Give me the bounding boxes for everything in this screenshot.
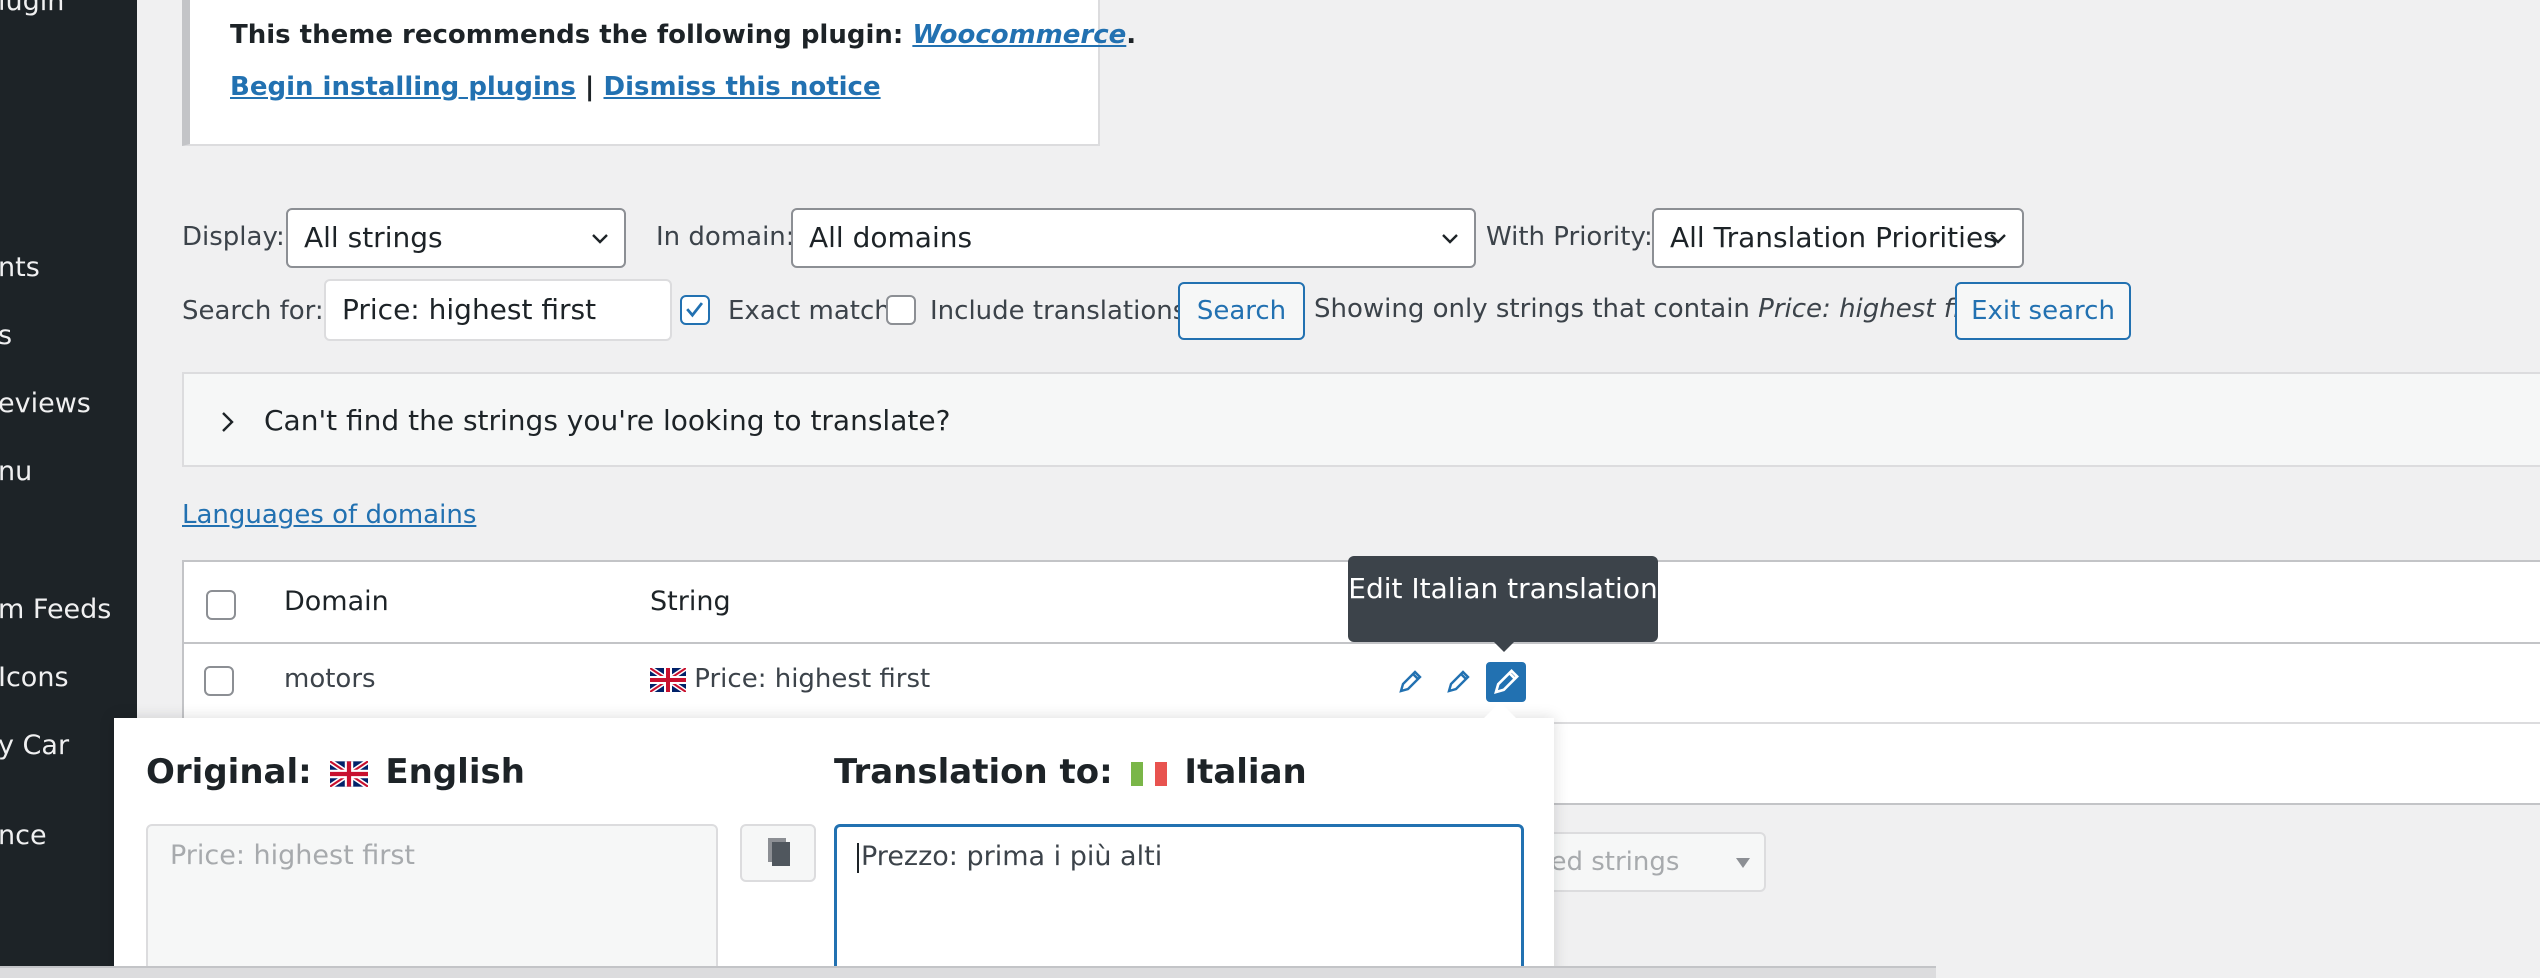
exact-match-label: Exact match [728,296,891,326]
sidebar-item-menu[interactable]: nu [0,456,32,487]
sidebar-item-label: nts [0,252,40,283]
dismiss-notice-link[interactable]: Dismiss this notice [603,72,880,102]
search-status-text: Showing only strings that contain Price:… [1314,294,1995,324]
sidebar-item-label: y Car [0,730,70,761]
include-translations-label: Include translations [930,296,1187,326]
checkmark-icon [686,302,704,318]
sidebar-item-label: Icons [0,662,69,693]
cant-find-text: Can't find the strings you're looking to… [264,404,951,437]
edit-italian-pencil-icon[interactable] [1486,662,1526,702]
domain-select-value: All domains [809,221,973,254]
display-select[interactable]: All strings [286,208,626,268]
original-language: English [385,752,525,792]
search-button[interactable]: Search [1178,282,1305,340]
copy-icon [768,838,790,866]
notice-prefix: This theme recommends the following plug… [230,20,913,50]
row-domain: motors [284,664,376,694]
sidebar-item-s[interactable]: s [0,320,12,351]
exit-search-button[interactable]: Exit search [1955,282,2131,340]
display-select-value: All strings [304,221,443,254]
sidebar-item-label: lugin [0,0,65,17]
plugin-notice: This theme recommends the following plug… [182,0,1136,146]
notice-text: This theme recommends the following plug… [230,20,1136,50]
search-input[interactable]: Price: highest first [324,279,672,341]
chevron-down-icon [592,234,608,244]
original-heading: Original: English [146,752,525,792]
original-text: Price: highest first [170,840,416,871]
sidebar-item-label: nce [0,820,47,851]
cant-find-strings-panel[interactable]: Can't find the strings you're looking to… [182,372,2540,467]
tooltip-arrow [1494,642,1514,652]
notice-suffix: . [1126,20,1137,50]
column-header-domain[interactable]: Domain [284,586,389,617]
display-label: Display: [182,222,285,252]
sidebar-item-label: s [0,320,13,351]
row-string: Price: highest first [650,664,930,694]
text-caret [857,842,859,873]
domain-select[interactable]: All domains [791,208,1476,268]
notice-actions: Begin installing plugins | Dismiss this … [230,72,881,102]
priority-label: With Priority: [1486,222,1653,252]
chevron-down-icon [1990,234,2006,244]
row-checkbox[interactable] [204,666,234,696]
translation-text: Prezzo: prima i più alti [861,841,1163,872]
header-divider [184,642,2540,644]
uk-flag-icon [329,760,368,787]
sidebar-item-label: nu [0,456,33,487]
priority-select-value: All Translation Priorities [1670,221,1998,254]
begin-installing-link[interactable]: Begin installing plugins [230,72,576,102]
copy-original-button[interactable] [740,824,816,882]
dropdown-arrow-icon [1736,858,1750,868]
bottom-scrollbar[interactable] [0,966,1936,978]
original-label: Original: [146,752,312,792]
notice-separator: | [584,72,595,102]
sidebar-item-comments[interactable]: nts [0,252,40,283]
translation-editor-popup: Original: English Translation to: Italia… [114,702,1554,978]
sidebar-item-feeds[interactable]: m Feeds [0,594,111,625]
search-status-prefix: Showing only strings that contain [1314,294,1759,324]
sidebar-item-reviews[interactable]: eviews [0,388,91,419]
sidebar-item-label: eviews [0,388,91,419]
languages-of-domains-link[interactable]: Languages of domains [182,500,476,530]
chevron-right-icon [222,412,234,432]
sidebar-item-car[interactable]: y Car [0,730,69,761]
translation-heading: Translation to: Italian [834,752,1307,792]
column-header-string[interactable]: String [650,586,731,617]
sidebar-item-label: m Feeds [0,594,112,625]
edit-translation-tooltip: Edit Italian translation [1348,556,1658,642]
sidebar-item-appearance[interactable]: nce [0,820,47,851]
search-input-value: Price: highest first [342,293,597,326]
include-translations-checkbox[interactable] [886,295,916,325]
popup-pointer [1484,702,1516,718]
exact-match-checkbox[interactable] [680,295,710,325]
translation-label: Translation to: [834,752,1113,792]
edit-french-pencil-icon[interactable] [1392,664,1428,700]
domain-label: In domain: [656,222,795,252]
original-text-box: Price: highest first [146,824,718,978]
sidebar-item-icons[interactable]: Icons [0,662,69,693]
woocommerce-link[interactable]: Woocommerce [912,20,1126,50]
edit-german-pencil-icon[interactable] [1440,664,1476,700]
translation-textarea[interactable]: Prezzo: prima i più alti [834,824,1524,978]
uk-flag-icon [650,667,686,692]
italy-flag-icon [1130,761,1167,786]
sidebar-item-plugins[interactable]: lugin [0,0,64,17]
row-string-text: Price: highest first [694,664,931,694]
chevron-down-icon [1442,234,1458,244]
search-label: Search for: [182,296,324,326]
translation-language: Italian [1184,752,1307,792]
select-all-checkbox[interactable] [206,590,236,620]
priority-select[interactable]: All Translation Priorities [1652,208,2024,268]
